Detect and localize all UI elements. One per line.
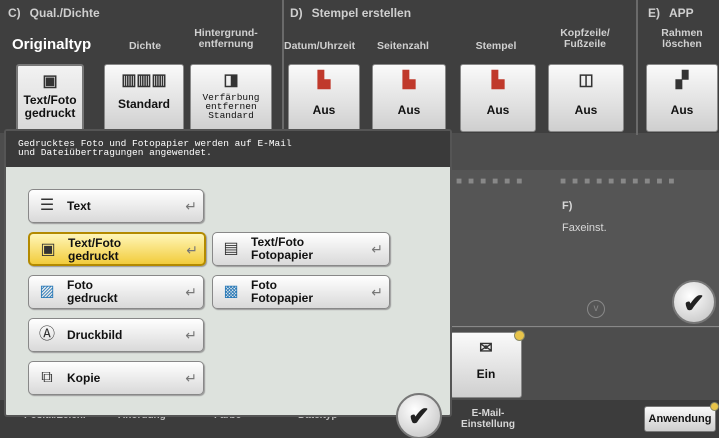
rahmen-heading: Rahmen löschen [661,27,703,50]
originaltyp-tile[interactable]: ▣ Text/Foto gedruckt [16,64,84,134]
separator-dots: ■■■■■■ [456,176,529,187]
popup-info-text: Gedrucktes Foto und Fotopapier werden au… [6,131,450,167]
confirm-ok-button[interactable]: ✔ [672,280,716,324]
option-text-photo-paper[interactable]: ▤ Text/Foto Fotopapier ↵ [212,232,390,266]
section-d-header: D) Stempel erstellen [290,6,412,20]
option-text[interactable]: ☰ Text ↵ [28,189,204,223]
checkmark-icon: ✔ [683,288,705,318]
photo-paper-icon: ▩ [223,283,239,300]
email-icon: ✉ [479,340,493,357]
text-photopaper-icon: ▤ [223,240,239,257]
enter-icon: ↵ [186,242,198,258]
section-f-letter: F) [562,200,573,212]
option-text-photo-printed[interactable]: ▣ Text/Foto gedruckt ↵ [28,232,206,266]
print-image-icon: Ⓐ [38,326,55,343]
option-copy[interactable]: ⧉ Kopie ↵ [28,361,204,395]
section-divider [636,0,638,135]
frame-erase-icon: ▞ [675,72,689,89]
text-doc-icon: ☰ [39,197,55,214]
divider [452,326,719,327]
option-photo-paper[interactable]: ▩ Foto Fotopapier ↵ [212,275,390,309]
datum-tile[interactable]: ▙ Aus [288,64,360,132]
seitenzahl-tile[interactable]: ▙ Aus [372,64,446,132]
photo-printed-icon: ▨ [39,283,55,300]
text-photo-icon: ▣ [40,241,56,258]
kopfzeile-tile[interactable]: ◫ Aus [548,64,624,132]
checkmark-icon: ✔ [408,401,430,431]
section-e-header: E) APP [648,6,694,20]
hintergrund-tile[interactable]: ◨ Verfärbung entfernen Standard [190,64,272,132]
copy-icon: ⧉ [41,369,53,386]
dichte-heading: Dichte [128,40,162,52]
settings-panel: C) Qual./Dichte D) Stempel erstellen E) APP… [0,0,719,438]
kopfzeile-heading: Kopfzeile/ Fußzeile [560,27,610,50]
density-scale-icon: ▥▥▥ [121,72,167,89]
stempel-heading: Stempel [475,40,517,52]
option-print-image[interactable]: Ⓐ Druckbild ↵ [28,318,204,352]
header-footer-icon: ◫ [578,72,594,89]
enter-icon: ↵ [185,198,197,214]
hintergrund-heading: Hintergrund- entfernung [194,27,258,50]
date-stamp-icon: ▙ [317,72,331,89]
email-setting-tile[interactable]: ✉ Ein [450,332,522,398]
popup-ok-button[interactable]: ✔ [396,393,442,438]
enter-icon: ↵ [371,284,383,300]
indicator-dot [514,330,525,341]
stamp-icon: ▙ [491,72,505,89]
stempel-tile[interactable]: ▙ Aus [460,64,536,132]
page-number-icon: ▙ [402,72,416,89]
originaltyp-popup: Gedrucktes Foto und Fotopapier werden au… [4,129,452,438]
background-removal-icon: ◨ [223,72,239,89]
dichte-tile[interactable]: ▥▥▥ Standard [104,64,184,132]
enter-icon: ↵ [185,284,197,300]
indicator-dot [710,402,719,411]
separator-dots: ■■■■■■■■■■ [560,176,681,187]
enter-icon: ↵ [371,241,383,257]
option-photo-printed[interactable]: ▨ Foto gedruckt ↵ [28,275,204,309]
seitenzahl-heading: Seitenzahl [377,40,429,52]
datum-heading: Datum/Uhrzeit [284,40,356,52]
section-divider [282,0,284,135]
enter-icon: ↵ [185,370,197,386]
email-setting-label: E-Mail- Einstellung [461,408,515,430]
faxeinst-label: Faxeinst. [562,222,607,234]
chevron-down-icon[interactable]: v [587,300,605,318]
enter-icon: ↵ [185,327,197,343]
text-photo-icon: ▣ [42,73,58,90]
section-c-header: C) Qual./Dichte [8,6,100,20]
rahmen-tile[interactable]: ▞ Aus [646,64,718,132]
anwendung-button[interactable]: Anwendung [644,406,716,432]
originaltyp-heading: Originaltyp [12,36,92,53]
